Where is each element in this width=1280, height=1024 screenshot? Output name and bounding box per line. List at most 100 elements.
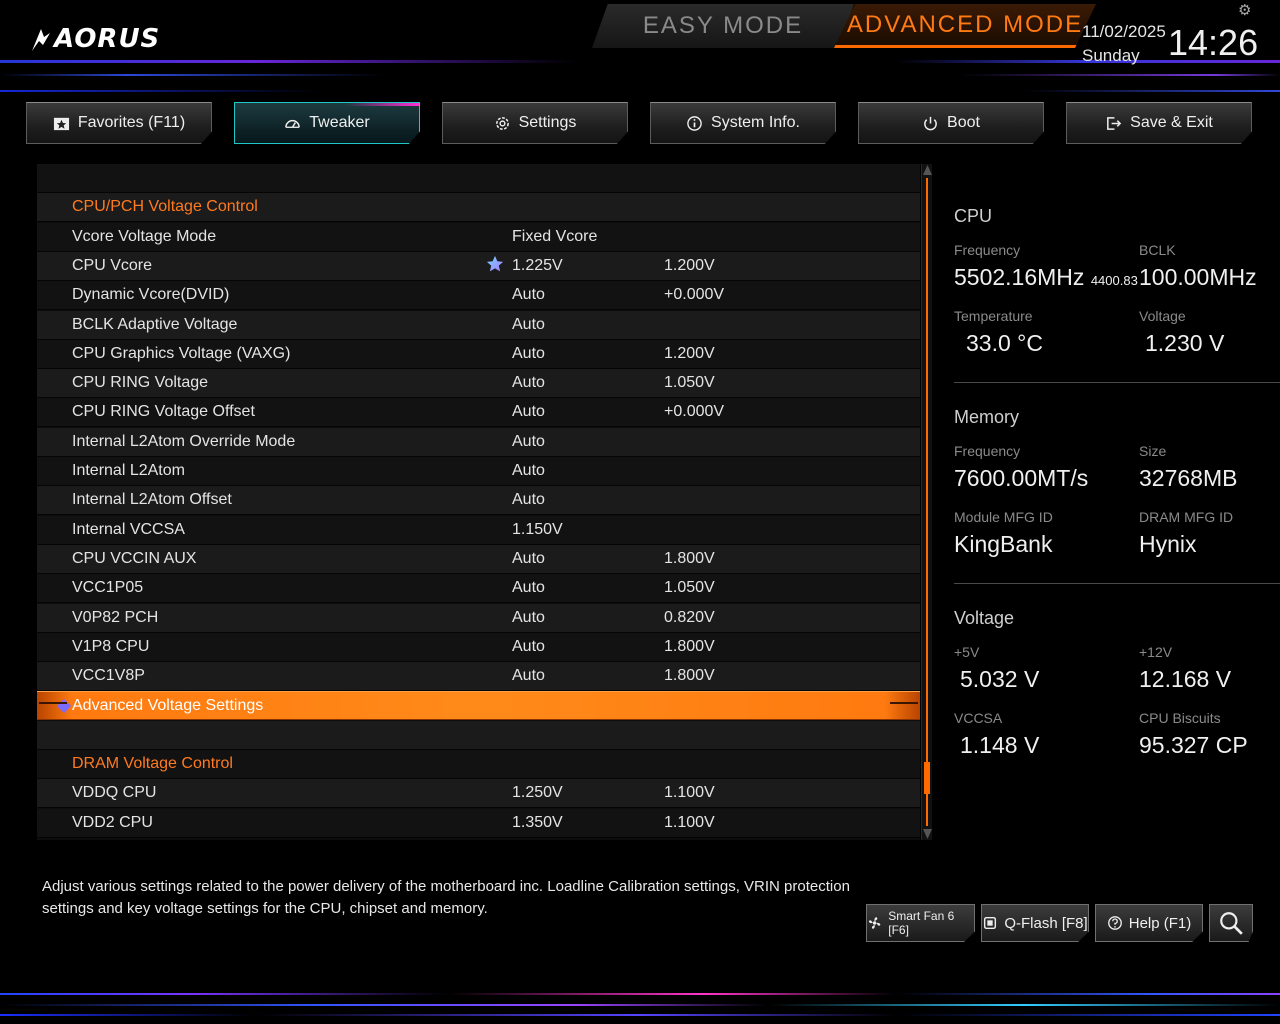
advanced-mode-button[interactable]: ADVANCED MODE bbox=[834, 4, 1096, 48]
scroll-up-arrow[interactable] bbox=[923, 165, 932, 175]
setting-value[interactable]: 1.250V bbox=[512, 784, 563, 802]
help-button[interactable]: Help (F1) bbox=[1095, 904, 1203, 942]
current-reading: +0.000V bbox=[664, 286, 725, 304]
star-box-icon bbox=[53, 117, 69, 130]
setting-row[interactable]: CPU Graphics Voltage (VAXG) Auto 1.200V bbox=[37, 339, 920, 369]
section-title: CPU/PCH Voltage Control bbox=[72, 198, 258, 216]
memory-frequency-label: Frequency bbox=[954, 443, 1021, 459]
v12-label: +12V bbox=[1139, 644, 1173, 660]
setting-row[interactable]: Internal L2Atom Override Mode Auto bbox=[37, 427, 920, 457]
vccsa-value: 1.148 V bbox=[960, 732, 1040, 758]
clock: 14:26 bbox=[1168, 22, 1259, 63]
setting-value[interactable]: Auto bbox=[512, 345, 545, 363]
setting-value[interactable]: Auto bbox=[512, 316, 545, 334]
setting-label: Internal L2Atom Override Mode bbox=[72, 432, 296, 450]
setting-value[interactable]: Auto bbox=[512, 550, 545, 568]
setting-value[interactable]: Auto bbox=[512, 462, 545, 480]
section-header: CPU/PCH Voltage Control bbox=[37, 193, 920, 223]
easy-mode-button[interactable]: EASY MODE bbox=[592, 4, 854, 48]
setting-row[interactable]: BCLK Adaptive Voltage Auto bbox=[37, 310, 920, 340]
setting-row[interactable]: Vcore Voltage Mode Fixed Vcore bbox=[37, 222, 920, 252]
section-title: DRAM Voltage Control bbox=[72, 755, 233, 772]
setting-row[interactable]: VDD2 CPU 1.350V 1.100V bbox=[37, 808, 920, 838]
tab-tweaker[interactable]: Tweaker bbox=[234, 102, 420, 144]
current-reading: 1.050V bbox=[664, 579, 715, 597]
search-button[interactable] bbox=[1209, 904, 1253, 942]
memory-frequency-value: 7600.00MT/s bbox=[954, 465, 1089, 491]
setting-value[interactable]: Auto bbox=[512, 286, 545, 304]
setting-label: Dynamic Vcore(DVID) bbox=[72, 286, 230, 304]
current-reading: 1.800V bbox=[664, 549, 715, 567]
scroll-thumb[interactable] bbox=[924, 762, 930, 794]
aorus-eagle-icon bbox=[32, 29, 50, 51]
header-streak bbox=[0, 74, 1280, 76]
setting-label: CPU Vcore bbox=[72, 256, 153, 274]
gear-icon bbox=[495, 116, 509, 130]
setting-label: Internal VCCSA bbox=[72, 520, 185, 538]
cpu-frequency-sub: 4400.83 bbox=[1090, 273, 1138, 288]
setting-row[interactable]: Internal L2Atom Auto bbox=[37, 457, 920, 486]
setting-value[interactable]: 1.225V bbox=[512, 257, 563, 275]
current-reading: 1.200V bbox=[664, 256, 715, 274]
setting-value[interactable]: Auto bbox=[512, 667, 545, 685]
speedometer-icon bbox=[285, 119, 301, 128]
gear-icon[interactable]: ⚙ bbox=[1238, 1, 1254, 19]
setting-row[interactable]: CPU Vcore 1.225V 1.200V bbox=[37, 251, 920, 281]
setting-row[interactable]: CPU RING Voltage Auto 1.050V bbox=[37, 369, 920, 399]
bclk-value: 100.00MHz bbox=[1139, 264, 1257, 290]
dram-mfg-value: Hynix bbox=[1139, 531, 1197, 557]
setting-value[interactable]: 1.150V bbox=[512, 521, 563, 539]
cpu-biscuits-label: CPU Biscuits bbox=[1139, 710, 1221, 726]
help-icon bbox=[1107, 916, 1122, 930]
tab-favorites[interactable]: Favorites (F11) bbox=[26, 102, 212, 144]
current-reading: 1.100V bbox=[664, 813, 715, 831]
tab-settings[interactable]: Settings bbox=[442, 102, 628, 144]
setting-row[interactable]: Dynamic Vcore(DVID) Auto +0.000V bbox=[37, 281, 920, 311]
setting-row[interactable]: V0P82 PCH Auto 0.820V bbox=[37, 603, 920, 633]
setting-label: VCC1V8P bbox=[72, 667, 145, 685]
setting-label: VDD2 CPU bbox=[72, 813, 153, 831]
temperature-value: 33.0 °C bbox=[966, 330, 1043, 356]
divider bbox=[954, 382, 1280, 383]
setting-label: VCC1P05 bbox=[72, 579, 144, 597]
setting-row[interactable]: Internal VCCSA 1.150V bbox=[37, 515, 920, 545]
smart-fan-button[interactable]: Smart Fan 6 [F6] bbox=[866, 904, 975, 942]
qflash-button[interactable]: Q-Flash [F8] bbox=[981, 904, 1089, 942]
setting-row[interactable]: Internal L2Atom Offset Auto bbox=[37, 486, 920, 516]
exit-icon bbox=[1107, 116, 1122, 130]
setting-value[interactable]: Auto bbox=[512, 609, 545, 627]
submenu-item-selected[interactable]: Advanced Voltage Settings bbox=[37, 691, 920, 721]
tab-system-info[interactable]: System Info. bbox=[650, 102, 836, 144]
setting-value[interactable]: Auto bbox=[512, 433, 545, 451]
voltage-info-panel: Voltage +5V 5.032 V +12V 12.168 V VCCSA … bbox=[954, 608, 1280, 778]
setting-value[interactable]: Auto bbox=[512, 638, 545, 656]
date: 11/02/2025 bbox=[1082, 22, 1166, 41]
tab-boot[interactable]: Boot bbox=[858, 102, 1044, 144]
setting-row[interactable]: VDDQ CPU 1.250V 1.100V bbox=[37, 779, 920, 809]
favorite-star-icon[interactable] bbox=[486, 255, 504, 273]
setting-value[interactable]: 1.350V bbox=[512, 814, 563, 832]
scrollbar[interactable] bbox=[921, 164, 932, 840]
scroll-down-arrow[interactable] bbox=[923, 829, 932, 839]
aorus-logo: AORUS bbox=[30, 24, 160, 54]
setting-row[interactable]: V1P8 CPU Auto 1.800V bbox=[37, 632, 920, 662]
cpu-frequency-label: Frequency bbox=[954, 242, 1021, 258]
memory-title: Memory bbox=[954, 407, 1020, 427]
setting-row[interactable]: VCC1P05 Auto 1.050V bbox=[37, 574, 920, 604]
tab-save-exit[interactable]: Save & Exit bbox=[1066, 102, 1252, 144]
setting-row[interactable]: CPU RING Voltage Offset Auto +0.000V bbox=[37, 398, 920, 428]
setting-value[interactable]: Auto bbox=[512, 579, 545, 597]
setting-value[interactable]: Auto bbox=[512, 374, 545, 392]
setting-row[interactable]: CPU VCCIN AUX Auto 1.800V bbox=[37, 544, 920, 574]
blank-row bbox=[37, 164, 920, 193]
footer-streak bbox=[0, 1004, 1280, 1006]
setting-row[interactable]: VCC1V8P Auto 1.800V bbox=[37, 662, 920, 692]
chip-icon bbox=[984, 916, 997, 930]
current-reading: +0.000V bbox=[664, 403, 725, 421]
setting-value[interactable]: Fixed Vcore bbox=[512, 228, 597, 246]
current-reading: 1.100V bbox=[664, 784, 715, 802]
info-icon bbox=[687, 115, 702, 131]
cpu-frequency-value: 5502.16MHz 4400.83 bbox=[954, 264, 1138, 290]
setting-value[interactable]: Auto bbox=[512, 403, 545, 421]
setting-value[interactable]: Auto bbox=[512, 491, 545, 509]
